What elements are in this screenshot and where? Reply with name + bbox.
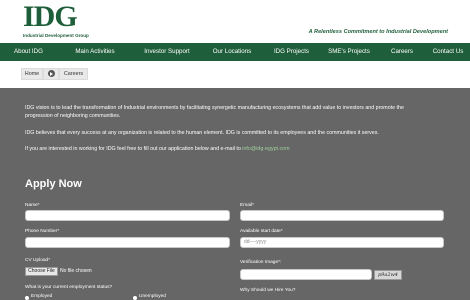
- vision-paragraph: IDG vision is to lead the transformation…: [25, 105, 404, 119]
- unemployed-radio[interactable]: [133, 296, 137, 300]
- nav-item-investor-support[interactable]: Investor Support: [133, 43, 201, 61]
- site-header: IDG Industrial Development Group A Relen…: [0, 0, 470, 42]
- logo-subtitle: Industrial Development Group: [23, 33, 89, 38]
- logo-letters: IDG: [23, 0, 78, 33]
- file-status: No file chosen: [60, 268, 92, 274]
- nav-item-our-locations[interactable]: Our Locations: [201, 43, 263, 61]
- employed-label: Employed: [31, 294, 53, 299]
- cv-label: CV Upload*: [25, 258, 51, 263]
- name-label: Name*: [25, 203, 40, 208]
- email-label: Email*: [240, 203, 254, 208]
- nav-item-main-activities[interactable]: Main Activities: [57, 43, 133, 61]
- tagline: A Relentless Commitment to Industrial De…: [308, 29, 448, 35]
- email-link[interactable]: info@idg-egypt.com: [242, 146, 289, 152]
- phone-label: Phone Number*: [25, 229, 60, 234]
- chevron-right-icon: [48, 70, 55, 77]
- email-field[interactable]: [240, 210, 444, 221]
- unemployed-label: Unemployed: [139, 294, 166, 299]
- breadcrumb-current: Careers: [59, 68, 88, 80]
- apply-instructions: If you are interested in working for IDG…: [25, 145, 425, 153]
- breadcrumb-separator: [43, 68, 59, 80]
- start-date-field[interactable]: dd----yyyy: [240, 237, 444, 248]
- main-nav: About IDG Main Activities Investor Suppo…: [0, 43, 470, 61]
- nav-item-sme-projects[interactable]: SME's Projects: [320, 43, 378, 61]
- verification-field[interactable]: [240, 269, 372, 280]
- nav-item-idg-projects[interactable]: IDG Projects: [263, 43, 320, 61]
- apply-now-heading: Apply Now: [25, 178, 82, 190]
- phone-field[interactable]: [25, 237, 230, 248]
- nav-item-contact[interactable]: Contact Us: [426, 43, 470, 61]
- name-field[interactable]: [25, 210, 230, 221]
- idg-logo[interactable]: IDG Industrial Development Group: [23, 0, 89, 40]
- captcha-image: p9a2w4: [374, 270, 402, 280]
- start-date-label: Available start date*: [240, 229, 283, 234]
- nav-item-careers[interactable]: Careers: [378, 43, 426, 61]
- apply-instructions-text: If you are interested in working for IDG…: [25, 146, 241, 152]
- choose-file-button[interactable]: Choose File: [25, 267, 58, 276]
- people-paragraph: IDG believes that every success at any o…: [25, 130, 379, 136]
- verification-label: Verification Image*:: [240, 260, 282, 265]
- breadcrumb-home[interactable]: Home: [21, 68, 43, 80]
- hire-reason-label: Why Should we Hire You?: [240, 288, 296, 293]
- employed-radio[interactable]: [25, 296, 29, 300]
- employment-status-label: What is your current employment status?: [25, 285, 113, 290]
- nav-item-about[interactable]: About IDG: [0, 43, 57, 61]
